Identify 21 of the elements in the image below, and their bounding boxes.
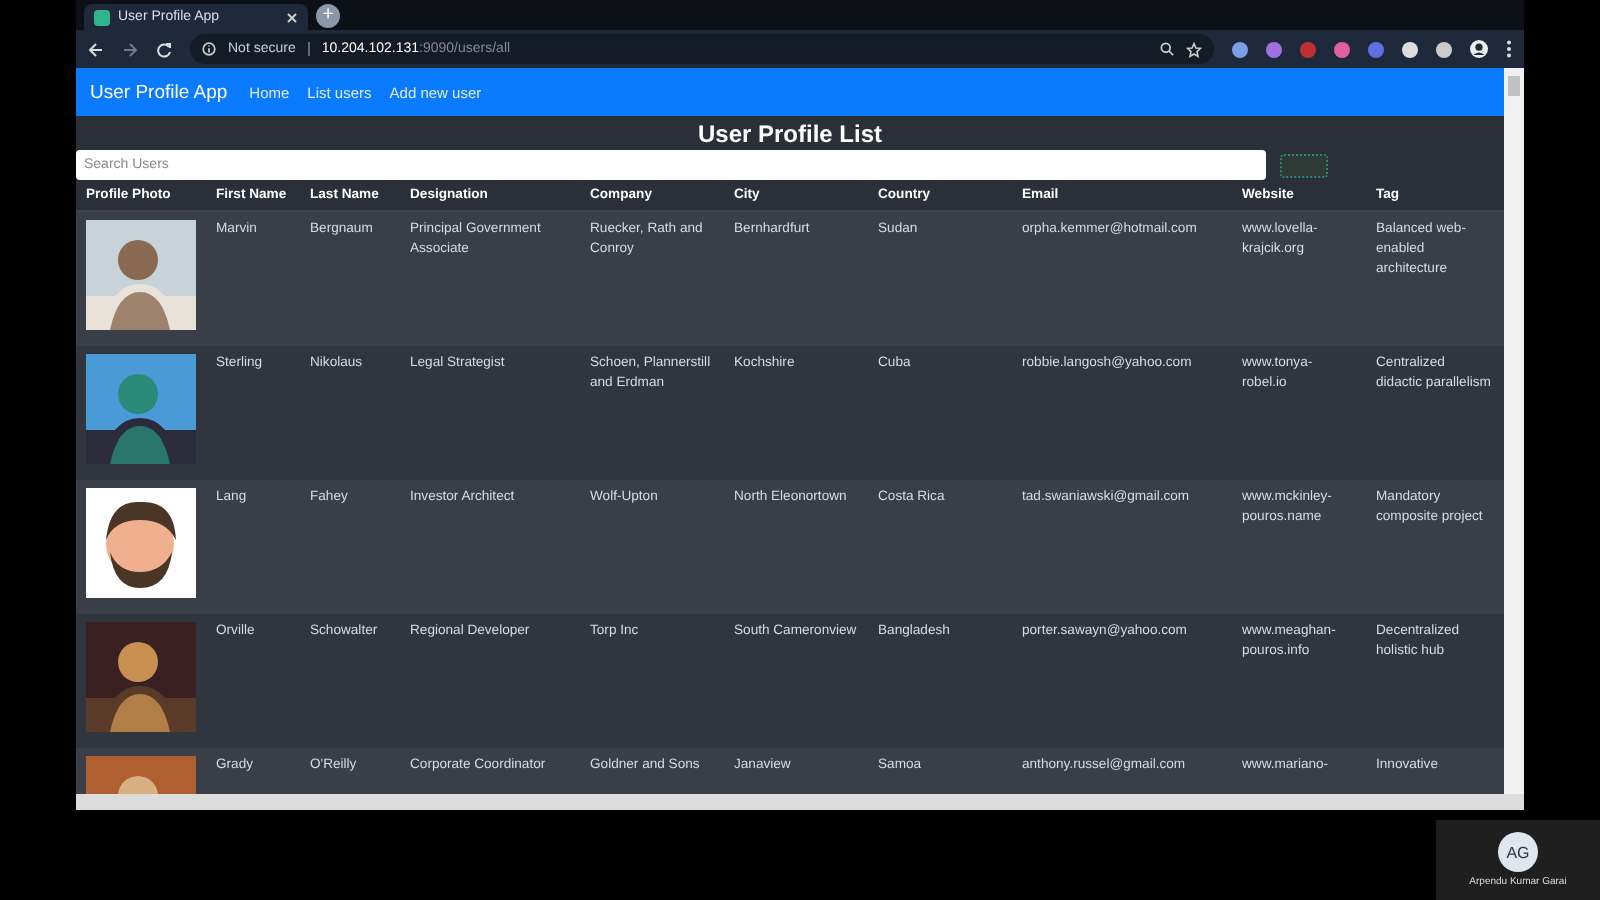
participant-avatar: AG [1498,832,1538,872]
close-icon[interactable] [286,11,298,23]
extension-icon[interactable] [1436,41,1452,57]
search-button[interactable] [1280,153,1328,177]
star-icon[interactable] [1186,41,1202,57]
menu-icon[interactable] [1506,40,1512,58]
zoom-icon[interactable] [1160,42,1174,56]
extension-icon[interactable] [1402,41,1418,57]
extension-icon[interactable] [1334,41,1350,57]
brand-link[interactable]: User Profile App [90,81,228,103]
profile-icon[interactable] [1470,40,1488,58]
scrollbar[interactable] [1504,68,1524,794]
extension-icon[interactable] [1232,41,1248,57]
forward-icon[interactable] [122,41,138,57]
favicon-icon [94,9,110,25]
back-icon[interactable] [88,41,104,57]
reload-icon[interactable] [156,41,172,57]
new-tab-button[interactable]: + [316,4,340,28]
horizontal-scrollbar[interactable] [76,794,1524,810]
page-heading: User Profile List [695,118,885,150]
info-icon [202,42,216,56]
